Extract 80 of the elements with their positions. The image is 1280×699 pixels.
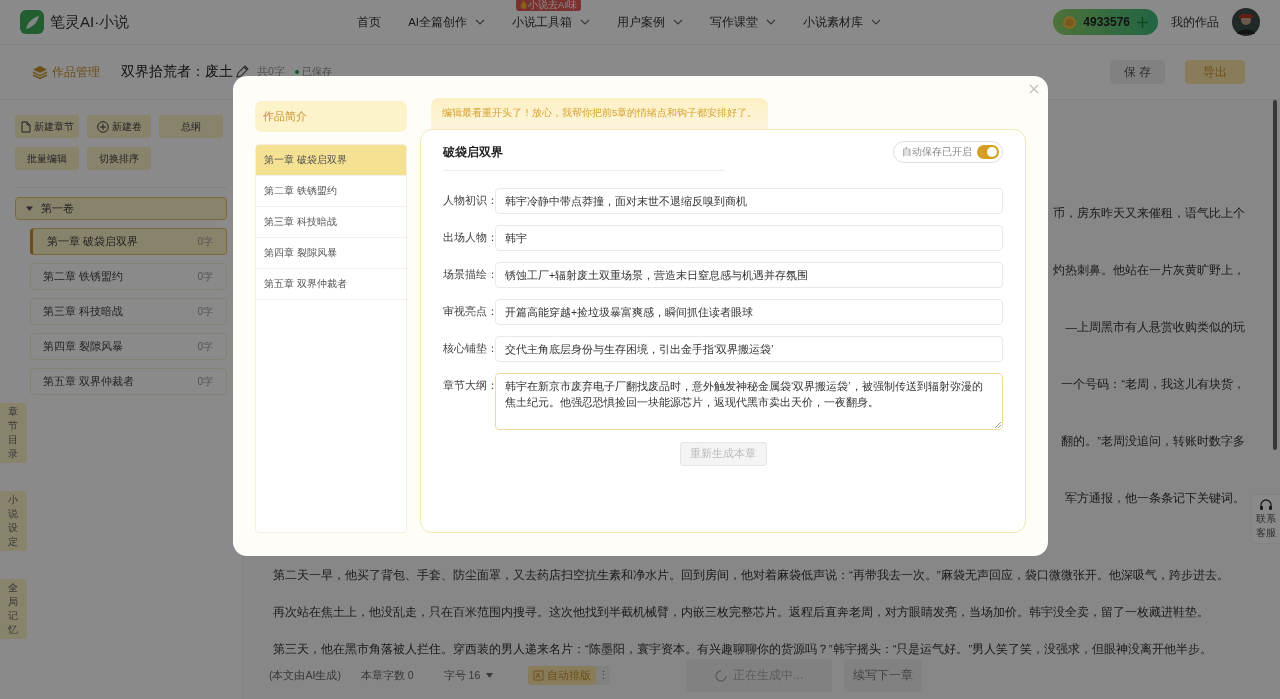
tip-banner: 编辑最看重开头了！放心，我帮你把前5章的情绪点和钩子都安排好了。: [431, 98, 769, 129]
chevron-down-icon: [673, 19, 684, 25]
save-button[interactable]: 保 存: [1109, 60, 1165, 84]
coin-icon: [1063, 15, 1077, 29]
text-field[interactable]: 锈蚀工厂+辐射废土双重场景，营造末日窒息感与机遇并存氛围: [495, 262, 1003, 288]
nav-link[interactable]: 首页: [357, 14, 382, 30]
volume-row[interactable]: 第一卷: [15, 197, 227, 220]
chapter-item[interactable]: 第一章 破袋启双界: [256, 145, 406, 176]
text-field[interactable]: 韩宇: [495, 225, 1003, 251]
autosave-toggle[interactable]: 自动保存已开启: [893, 141, 1003, 163]
chevron-down-icon: [580, 19, 591, 25]
points-button[interactable]: 4933576: [1053, 9, 1158, 35]
text-line: 军方通报，他一条条记下关键词。: [1065, 491, 1245, 506]
ai-note: (本文由AI生成): [269, 668, 341, 683]
scrollbar[interactable]: [1273, 100, 1277, 450]
text-line: 币，房东昨天又来催租，语气比上个: [1053, 206, 1245, 221]
nav-link[interactable]: AI全篇创作: [408, 14, 486, 30]
spinner-icon: [715, 669, 728, 682]
chapter-item[interactable]: 第三章 科技暗战: [256, 207, 406, 238]
side-tab[interactable]: 全局记忆: [0, 579, 27, 639]
logo-text: 笔灵AI·小说: [50, 12, 130, 32]
paragraph: 第三天，他在黑市角落被人拦住。穿西装的男人递来名片：“陈墨阳，寰宇资本。有兴趣聊聊你的货源吗？”韩宇摇头：“只是运气好。”男人笑了笑，没强求，但眼神没离开他半步。: [273, 642, 1214, 657]
chapter-title: 破袋启双界: [443, 143, 503, 161]
field-label: 审视亮点：: [443, 304, 495, 319]
work-title: 双界拾荒者：废土: [121, 63, 233, 81]
my-works-link[interactable]: 我的作品: [1171, 14, 1219, 30]
sidebar-action-button[interactable]: 批量编辑: [15, 147, 79, 170]
chevron-down-icon: [766, 19, 777, 25]
sidebar-action-button[interactable]: 切换排序: [87, 147, 151, 170]
headset-icon: [1259, 499, 1273, 512]
text-field[interactable]: 交代主角底层身份与生存困境，引出金手指‘双界搬运袋’: [495, 336, 1003, 362]
badge-label: 小说去AI味: [528, 0, 578, 11]
leaf-logo-icon: [20, 10, 44, 34]
nav-link[interactable]: 小说素材库: [803, 14, 882, 30]
text-line: —上周黑市有人悬赏收购类似的玩: [1065, 320, 1245, 335]
field-label: 出场人物：: [443, 230, 495, 245]
sidebar-action-button[interactable]: 总纲: [159, 115, 223, 138]
side-tab[interactable]: 小说设定: [0, 491, 27, 551]
nav-link[interactable]: 小说工具箱: [512, 14, 591, 30]
field-label: 核心铺垫：: [443, 341, 495, 356]
support-button[interactable]: 联系客服: [1252, 495, 1280, 543]
plus-icon: [1137, 16, 1148, 28]
save-status: 已保存: [301, 65, 332, 79]
more-button[interactable]: ⋮: [596, 666, 611, 685]
text-line: 翻的。”老周没追问，转账时数字多: [1061, 434, 1245, 449]
chapter-item[interactable]: 第二章 铁锈盟约: [256, 176, 406, 207]
chapter-item[interactable]: 第五章 双界仲裁者: [256, 269, 406, 300]
field-label: 章节大纲：: [443, 378, 495, 393]
chapter-item[interactable]: 第四章 裂隙风暴: [256, 238, 406, 269]
works-management-link[interactable]: 作品管理: [32, 64, 100, 80]
chevron-down-icon: [475, 19, 486, 25]
paragraph: 再次站在焦土上，他没乱走，只在百米范围内搜寻。这次他找到半截机械臂，内嵌三枚完整芯片。返程后直奔老周，对方眼睛发亮，当场加价。韩宇没全卖，留了一枚藏进鞋垫。: [273, 605, 1210, 620]
pencil-icon[interactable]: [235, 65, 249, 79]
text-line: 灼热刺鼻。他站在一片灰黄旷野上，: [1053, 263, 1245, 278]
document-plus-icon: [20, 120, 31, 133]
layers-icon: [32, 65, 48, 79]
text-line: 一个号码：“老周，我这儿有块货，: [1061, 377, 1245, 392]
resize-grip-icon: [994, 421, 1001, 428]
nav-link[interactable]: 用户案例: [617, 14, 684, 30]
paragraph: 第二天一早，他买了背包、手套、防尘面罩，又去药店扫空抗生素和净水片。回到房间，他对着麻袋低声说：“再带我去一次。”麻袋无声回应，袋口微微张开。他深吸气，跨步进去。: [273, 568, 1230, 583]
caret-down-icon: [26, 205, 33, 212]
text-field[interactable]: 开篇高能穿越+捡垃圾暴富爽感，瞬间抓住读者眼球: [495, 299, 1003, 325]
chevron-down-icon: [871, 19, 882, 25]
nav-link[interactable]: 写作课堂: [710, 14, 777, 30]
chapter-word-count: 本章字数 0: [360, 668, 414, 683]
avatar-icon[interactable]: [1232, 8, 1260, 36]
sidebar-action-button[interactable]: 新建卷: [87, 115, 151, 138]
sidebar-action-button[interactable]: 新建章节: [15, 115, 79, 138]
side-tab[interactable]: 章节目录: [0, 403, 27, 463]
outline-textarea[interactable]: 韩宇在新京市废弃电子厂翻找废品时，意外触发神秘金属袋‘双界搬运袋’，被强制传送到辐射弥漫的焦土纪元。他强忍恐惧捡回一块能源芯片，返现代黑市卖出天价，一夜翻身。: [495, 373, 1003, 430]
flame-icon: [520, 0, 528, 9]
caret-down-icon: [486, 673, 494, 678]
field-label: 场景描绘：: [443, 267, 495, 282]
text-format-icon: [533, 670, 545, 681]
font-size-select[interactable]: 字号 16: [443, 668, 494, 683]
status-dot: [294, 70, 299, 74]
circle-plus-icon: [96, 120, 109, 133]
field-label: 人物初识：: [443, 193, 495, 208]
intro-tab[interactable]: 作品简介: [255, 101, 407, 132]
text-field[interactable]: 韩宇冷静中带点莽撞，面对末世不退缩反嗅到商机: [495, 188, 1003, 214]
